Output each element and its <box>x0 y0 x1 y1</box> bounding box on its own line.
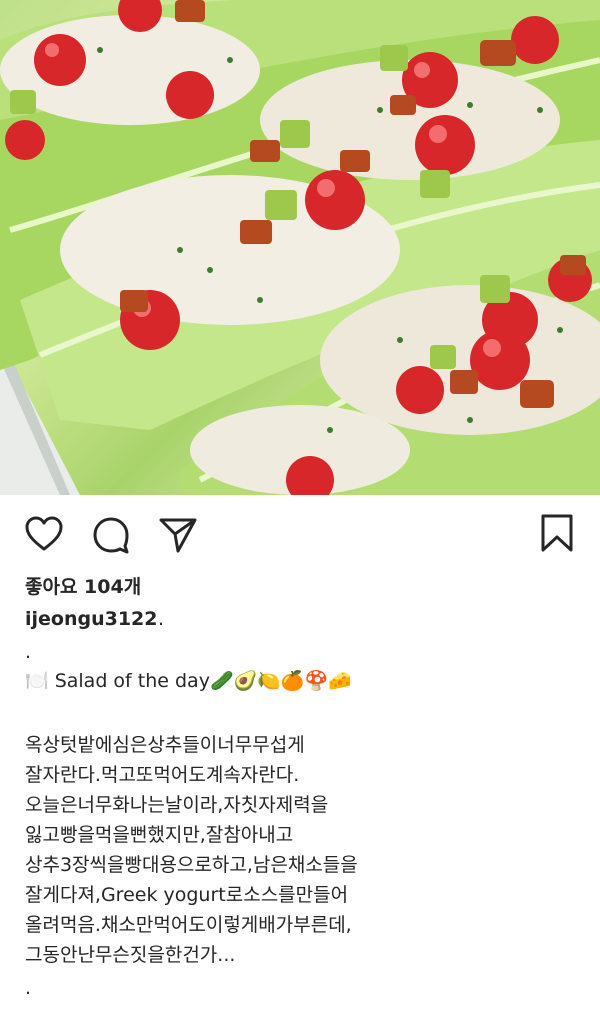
comment-icon[interactable] <box>91 515 131 555</box>
caption-line: 🍽️ Salad of the day🥒🥑🍋🍊🍄🧀 <box>25 670 352 692</box>
caption-line: 옥상텃밭에심은상추들이너무무섭게 <box>25 734 305 756</box>
caption-line: . <box>25 641 32 663</box>
send-icon[interactable] <box>158 515 198 555</box>
salad-lettuce-wraps-image <box>0 0 600 495</box>
likes-count[interactable]: 좋아요 104개 <box>25 572 141 599</box>
caption-line: 잘자란다.먹고또먹어도계속자란다. <box>25 764 300 786</box>
caption-line: 상추3장씩을빵대용으로하고,남은채소들을 <box>25 854 358 876</box>
caption-line: 잘게다져,Greek yogurt로소스를만들어 <box>25 884 349 906</box>
username[interactable]: ijeongu3122 <box>25 608 158 630</box>
caption-line: 그동안난무슨짓을한건가... <box>25 944 236 966</box>
caption-line: 올려먹음.채소만먹어도이렇게배가부른데, <box>25 914 352 936</box>
heart-icon[interactable] <box>24 515 64 555</box>
caption-line: 잃고빵을먹을뻔했지만,잘참아내고 <box>25 824 294 846</box>
bookmark-icon[interactable] <box>537 513 577 553</box>
caption-line: . <box>25 977 32 999</box>
caption-line: 오늘은너무화나는날이라,자칫자제력을 <box>25 794 329 816</box>
post-photo[interactable] <box>0 0 600 495</box>
username-suffix: . <box>158 608 165 630</box>
